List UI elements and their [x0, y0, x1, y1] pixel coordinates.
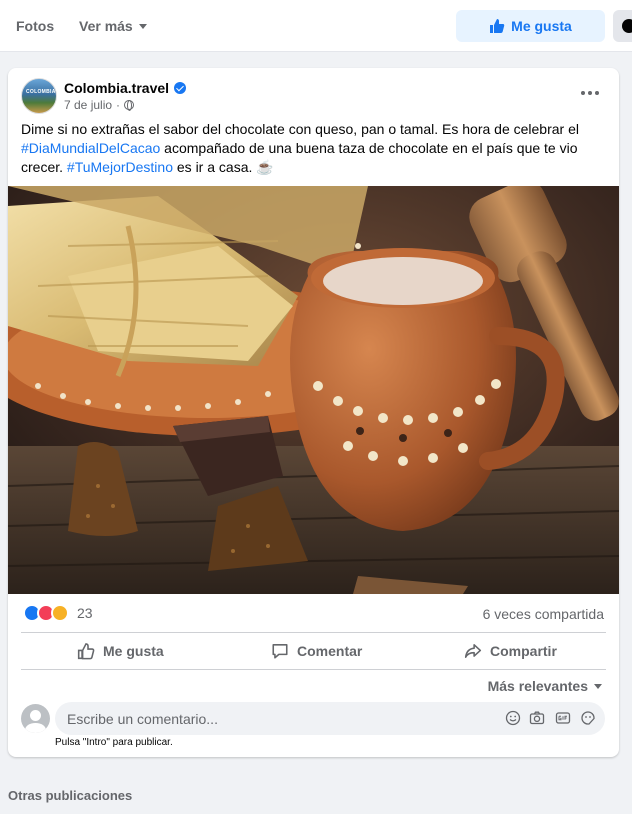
tab-photos[interactable]: Fotos: [16, 18, 54, 34]
user-avatar[interactable]: [21, 704, 50, 733]
divider: [21, 632, 606, 633]
page-name-label: Colombia.travel: [64, 80, 170, 96]
gif-icon[interactable]: [555, 710, 571, 726]
divider: [21, 669, 606, 670]
post-text-part3: es ir a casa. ☕: [173, 159, 274, 175]
post-text-part1: Dime si no extrañas el sabor del chocola…: [21, 121, 579, 137]
messenger-button[interactable]: [613, 10, 632, 42]
messenger-icon: [622, 19, 632, 33]
dot-icon: [595, 91, 599, 95]
page-avatar[interactable]: COLOMBIA: [21, 78, 57, 114]
thumbs-up-icon: [77, 643, 95, 660]
share-icon: [464, 644, 482, 658]
post-card: COLOMBIA Colombia.travel 7 de julio · Di…: [8, 68, 619, 757]
reactions-summary[interactable]: 23: [23, 604, 93, 622]
chocolate-cup-photo: [8, 186, 619, 594]
more-options-button[interactable]: [576, 83, 604, 103]
hashtag-dia-mundial-del-cacao[interactable]: #DiaMundialDelCacao: [21, 140, 160, 156]
comment-label: Comentar: [297, 643, 363, 659]
hashtag-tu-mejor-destino[interactable]: #TuMejorDestino: [67, 159, 173, 175]
reaction-count: 23: [77, 605, 93, 621]
page-tab-bar: Fotos Ver más Me gusta: [0, 0, 632, 52]
like-label: Me gusta: [103, 643, 164, 659]
dot-icon: [581, 91, 585, 95]
tab-more-label: Ver más: [79, 18, 133, 34]
sticker-icon[interactable]: [580, 710, 596, 726]
avatar-body: [25, 723, 46, 733]
chevron-down-icon: [594, 683, 602, 689]
share-label: Compartir: [490, 643, 557, 659]
avatar-head: [30, 710, 41, 721]
thumbs-up-icon: [490, 19, 505, 33]
chevron-down-icon: [138, 23, 147, 29]
post-date[interactable]: 7 de julio: [64, 98, 112, 112]
post-text: Dime si no extrañas el sabor del chocola…: [21, 120, 611, 177]
globe-icon: [124, 100, 135, 111]
sort-comments-dropdown[interactable]: Más relevantes: [488, 678, 602, 694]
avatar-logo-text: COLOMBIA: [26, 89, 56, 95]
dot-icon: [588, 91, 592, 95]
meta-separator: ·: [116, 98, 121, 112]
post-photo[interactable]: [8, 186, 619, 594]
share-count[interactable]: 6 veces compartida: [483, 606, 604, 622]
comment-icon: [272, 644, 288, 659]
like-button[interactable]: Me gusta: [77, 640, 164, 662]
sort-label: Más relevantes: [487, 678, 588, 694]
camera-icon[interactable]: [529, 710, 545, 726]
post-meta: 7 de julio ·: [64, 98, 135, 112]
like-page-label: Me gusta: [511, 18, 572, 34]
emoji-icon[interactable]: [505, 710, 521, 726]
comment-button[interactable]: Comentar: [271, 640, 362, 662]
comment-input[interactable]: [67, 702, 447, 735]
comment-hint: Pulsa "Intro" para publicar.: [55, 737, 173, 748]
comment-box: [55, 702, 605, 735]
share-button[interactable]: Compartir: [464, 640, 557, 662]
other-posts-heading: Otras publicaciones: [8, 788, 133, 803]
care-reaction-icon: [51, 604, 69, 622]
page-name[interactable]: Colombia.travel: [64, 80, 187, 96]
verified-badge-icon: [174, 82, 187, 94]
tab-more[interactable]: Ver más: [79, 18, 147, 34]
like-page-button[interactable]: Me gusta: [456, 10, 605, 42]
